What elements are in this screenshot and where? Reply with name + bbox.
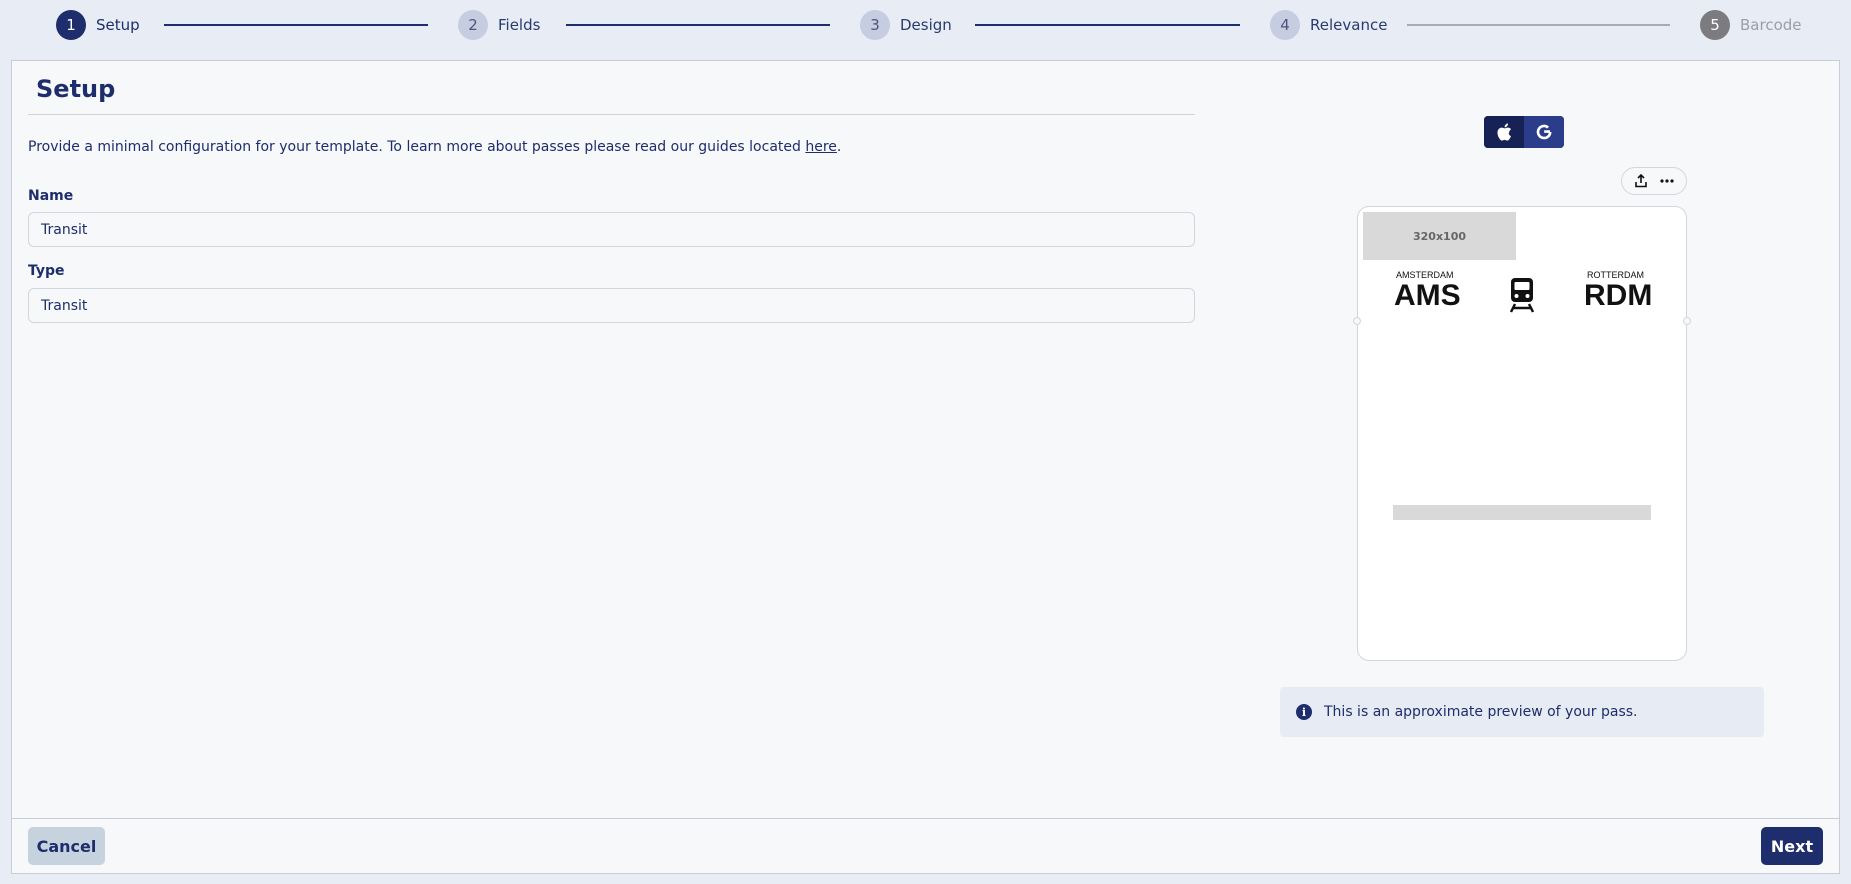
platform-toggle (1484, 116, 1564, 148)
type-select[interactable]: Transit (28, 288, 1195, 323)
pass-notch-right (1683, 317, 1691, 325)
more-button[interactable] (1656, 170, 1678, 192)
step-connector (566, 24, 830, 26)
intro-body: Provide a minimal configuration for your… (28, 139, 806, 155)
step-label: Fields (498, 16, 541, 34)
more-icon (1660, 179, 1674, 183)
step-label: Relevance (1310, 16, 1388, 34)
step-number: 4 (1270, 10, 1300, 40)
step-label: Barcode (1740, 16, 1802, 34)
info-text: This is an approximate preview of your p… (1324, 704, 1638, 720)
preview-info-box: i This is an approximate preview of your… (1280, 687, 1764, 737)
step-number: 1 (56, 10, 86, 40)
footer-divider (12, 818, 1839, 819)
step-setup[interactable]: 1 Setup (56, 10, 140, 40)
train-icon (1509, 278, 1535, 313)
share-button[interactable] (1630, 170, 1652, 192)
step-fields[interactable]: 2 Fields (458, 10, 540, 40)
pass-notch-left (1353, 317, 1361, 325)
intro-end: . (836, 139, 842, 155)
share-icon (1635, 174, 1647, 188)
page-title: Setup (36, 75, 116, 103)
name-label: Name (28, 188, 74, 204)
guides-link[interactable]: here (805, 139, 837, 155)
name-input[interactable]: Transit (28, 212, 1195, 247)
step-barcode[interactable]: 5 Barcode (1700, 10, 1802, 40)
step-number: 2 (458, 10, 488, 40)
step-label: Design (900, 16, 952, 34)
title-divider (28, 114, 1195, 115)
setup-panel: Setup Provide a minimal configuration fo… (11, 60, 1840, 874)
step-connector (164, 24, 428, 26)
logo-placeholder: 320x100 (1363, 212, 1516, 260)
step-relevance[interactable]: 4 Relevance (1270, 10, 1387, 40)
info-icon: i (1296, 704, 1312, 720)
pass-preview: 320x100 AMSTERDAM AMS ROTTERDAM RDM (1353, 206, 1691, 661)
barcode-placeholder (1393, 505, 1651, 520)
step-number: 5 (1700, 10, 1730, 40)
step-connector (1407, 24, 1670, 26)
destination-code: RDM (1584, 279, 1653, 312)
origin-code: AMS (1394, 279, 1461, 312)
google-platform-button[interactable] (1524, 116, 1564, 148)
google-icon (1536, 124, 1552, 140)
step-label: Setup (96, 16, 140, 34)
type-label: Type (28, 263, 65, 279)
wizard-stepper: 1 Setup 2 Fields 3 Design 4 Relevance 5 … (0, 0, 1851, 50)
next-button[interactable]: Next (1761, 827, 1823, 865)
intro-text: Provide a minimal configuration for your… (28, 139, 841, 155)
step-connector (975, 24, 1240, 26)
preview-toolbar (1621, 167, 1687, 195)
step-design[interactable]: 3 Design (860, 10, 952, 40)
step-number: 3 (860, 10, 890, 40)
apple-icon (1497, 123, 1512, 141)
cancel-button[interactable]: Cancel (28, 827, 105, 865)
apple-platform-button[interactable] (1484, 116, 1524, 148)
